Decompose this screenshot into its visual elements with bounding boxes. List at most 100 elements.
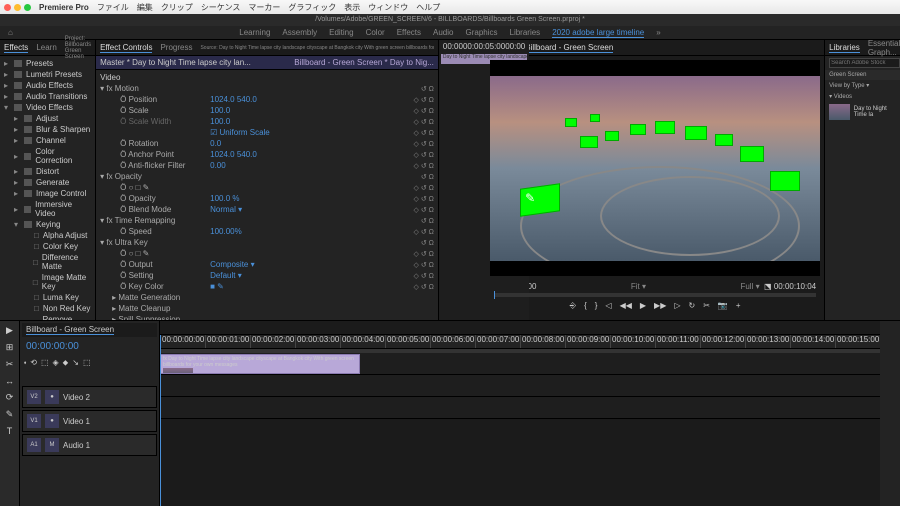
tree-item[interactable]: ▸Channel <box>0 135 95 146</box>
home-icon[interactable]: ⌂ <box>8 28 13 37</box>
timeline-track[interactable]: fx Day to Night Time lapse city landscap… <box>160 353 880 375</box>
tree-item[interactable]: □Alpha Adjust <box>0 230 95 241</box>
timeline-opt[interactable]: ⬥ <box>63 358 69 368</box>
menu-edit[interactable]: 編集 <box>137 2 153 13</box>
program-fit-dropdown[interactable]: Fit ▾ <box>631 282 646 291</box>
menu-clip[interactable]: クリップ <box>161 2 193 13</box>
stock-search-input[interactable] <box>829 58 900 68</box>
track-header[interactable]: V1●Video 1 <box>22 410 157 432</box>
timeline-ruler[interactable]: 00:00:00:0000:00:01:0000:00:02:0000:00:0… <box>160 335 880 349</box>
tree-item[interactable]: ▸Blur & Sharpen <box>0 124 95 135</box>
tab-libraries[interactable]: Libraries <box>829 43 860 53</box>
tree-item[interactable]: □Non Red Key <box>0 303 95 314</box>
tree-item[interactable]: ▾Keying <box>0 219 95 230</box>
ec-property[interactable]: ▸ Matte Generation <box>96 292 438 303</box>
transport-button[interactable]: 📷 <box>718 301 728 311</box>
menu-help[interactable]: ヘルプ <box>416 2 440 13</box>
tab-progress[interactable]: Progress <box>160 43 192 52</box>
ec-property[interactable]: ☑ Uniform Scale◇ ↺ Ω <box>96 127 438 138</box>
tree-item[interactable]: □Difference Matte <box>0 252 95 272</box>
ws-editing[interactable]: Editing <box>329 28 353 37</box>
tool-button[interactable]: ⟳ <box>6 392 14 403</box>
transport-button[interactable]: ↻ <box>689 301 696 311</box>
timeline-opt[interactable]: ↘ <box>72 358 79 368</box>
ec-property[interactable]: Ö SettingDefault ▾◇ ↺ Ω <box>96 270 438 281</box>
min-dot[interactable] <box>14 4 21 11</box>
timeline-track[interactable] <box>160 375 880 397</box>
library-group[interactable]: ▾ Videos <box>825 91 900 102</box>
ws-graphics[interactable]: Graphics <box>465 28 497 37</box>
ws-libraries[interactable]: Libraries <box>510 28 541 37</box>
tool-button[interactable]: ▶ <box>6 325 13 336</box>
ec-property[interactable]: ▸ Matte Cleanup <box>96 303 438 314</box>
tab-learn[interactable]: Learn <box>36 43 56 52</box>
library-item-label[interactable]: Day to Night Time la <box>854 106 900 118</box>
timeline-opt[interactable]: ⟲ <box>30 358 37 368</box>
tree-item[interactable]: □Color Key <box>0 241 95 252</box>
timeline-opt[interactable]: ⬚ <box>41 358 49 368</box>
ws-audio[interactable]: Audio <box>433 28 453 37</box>
tree-item[interactable]: ▸Immersive Video <box>0 199 95 219</box>
transport-button[interactable]: ✂ <box>703 301 710 311</box>
timeline-timecode[interactable]: 00:00:00:00 <box>22 337 157 356</box>
transport-button[interactable]: ▶ <box>640 301 646 311</box>
tree-item[interactable]: ▸Audio Transitions <box>0 91 95 102</box>
tree-item[interactable]: □Luma Key <box>0 292 95 303</box>
menu-view[interactable]: 表示 <box>344 2 360 13</box>
tree-item[interactable]: ▸Audio Effects <box>0 80 95 91</box>
ec-property[interactable]: ▾ fx Opacity↺ Ω <box>96 171 438 182</box>
tool-button[interactable]: T <box>7 426 13 436</box>
tree-item[interactable]: ▸Generate <box>0 177 95 188</box>
transport-button[interactable]: } <box>595 301 598 311</box>
transport-button[interactable]: + <box>736 301 741 311</box>
tree-item[interactable]: ▾Video Effects <box>0 102 95 113</box>
program-zoom-dropdown[interactable]: Full ▾ <box>740 282 759 291</box>
ec-property[interactable]: ▾ fx Time Remapping↺ Ω <box>96 215 438 226</box>
menu-graphic[interactable]: グラフィック <box>288 2 336 13</box>
tab-effect-controls[interactable]: Effect Controls <box>100 43 152 53</box>
transport-button[interactable]: ▶▶ <box>654 301 666 311</box>
tree-item[interactable]: ▸Image Control <box>0 188 95 199</box>
ec-property[interactable]: ▾ fx Motion↺ Ω <box>96 83 438 94</box>
program-viewport[interactable]: ✎ <box>490 60 820 276</box>
tree-item[interactable]: ▸Adjust <box>0 113 95 124</box>
tree-item[interactable]: ▸Color Correction <box>0 146 95 166</box>
library-view-dropdown[interactable]: View by Type ▾ <box>825 80 900 91</box>
ec-property[interactable]: Ö OutputComposite ▾◇ ↺ Ω <box>96 259 438 270</box>
transport-button[interactable]: { <box>584 301 587 311</box>
timeline-opt[interactable]: ⬪ <box>24 358 26 368</box>
ws-color[interactable]: Color <box>366 28 385 37</box>
menu-window[interactable]: ウィンドウ <box>368 2 408 13</box>
menu-file[interactable]: ファイル <box>97 2 129 13</box>
library-name[interactable]: Green Screen <box>825 70 900 80</box>
tree-item[interactable]: □Image Matte Key <box>0 272 95 292</box>
timeline-clip[interactable]: fx Day to Night Time lapse city landscap… <box>160 354 360 374</box>
tree-item[interactable]: ▸Presets <box>0 58 95 69</box>
menu-marker[interactable]: マーカー <box>248 2 280 13</box>
tool-button[interactable]: ⊞ <box>6 342 14 353</box>
track-header[interactable]: A1MAudio 1 <box>22 434 157 456</box>
track-header[interactable]: V2●Video 2 <box>22 386 157 408</box>
timeline-opt[interactable]: ⬚ <box>83 358 91 368</box>
transport-button[interactable]: ⎆ <box>570 301 576 311</box>
ws-learning[interactable]: Learning <box>239 28 270 37</box>
library-thumb[interactable] <box>829 104 850 120</box>
max-dot[interactable] <box>24 4 31 11</box>
tree-item[interactable]: □Remove Matte <box>0 314 95 320</box>
ws-assembly[interactable]: Assembly <box>282 28 317 37</box>
tab-essential-graphics[interactable]: Essential Graph... <box>868 39 900 57</box>
menu-app[interactable]: Premiere Pro <box>39 3 89 12</box>
tool-button[interactable]: ↔ <box>5 376 14 386</box>
tool-button[interactable]: ✎ <box>6 409 14 420</box>
ec-property[interactable]: Ö Blend ModeNormal ▾◇ ↺ Ω <box>96 204 438 215</box>
ec-property[interactable]: Ö Position1024.0 540.0◇ ↺ Ω <box>96 94 438 105</box>
ec-property[interactable]: Video <box>96 72 438 83</box>
ec-property[interactable]: Ö ○ □ ✎◇ ↺ Ω <box>96 248 438 259</box>
tab-effects[interactable]: Effects <box>4 43 28 53</box>
ec-property[interactable]: Ö Rotation0.0◇ ↺ Ω <box>96 138 438 149</box>
ec-property[interactable]: Ö Opacity100.0 %◇ ↺ Ω <box>96 193 438 204</box>
sequence-tab[interactable]: Billboard - Green Screen <box>26 325 114 335</box>
ws-effects[interactable]: Effects <box>397 28 421 37</box>
tool-button[interactable]: ✂ <box>6 359 14 370</box>
transport-button[interactable]: ▷ <box>674 301 680 311</box>
